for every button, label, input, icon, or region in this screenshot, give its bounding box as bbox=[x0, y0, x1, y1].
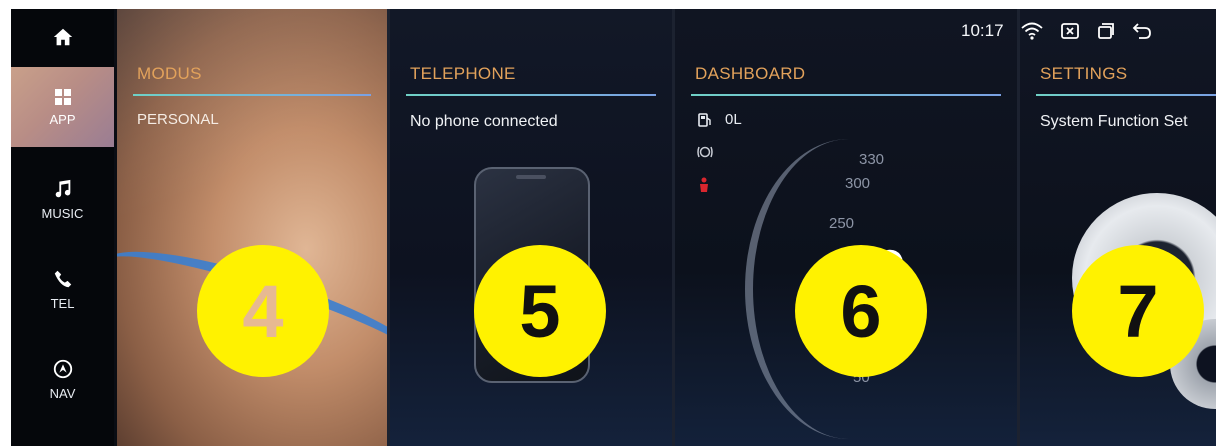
sidebar-item-label: TEL bbox=[50, 295, 75, 311]
gauge-tick-label: 300 bbox=[845, 175, 871, 192]
callout-marker: 6 bbox=[795, 245, 927, 377]
modus-panel[interactable]: MODUS PERSONAL 4 bbox=[117, 9, 387, 446]
back-icon[interactable] bbox=[1132, 21, 1152, 41]
modus-mode-label: PERSONAL bbox=[137, 111, 219, 128]
screenshot-close-icon[interactable] bbox=[1060, 21, 1080, 41]
phone-status-text: No phone connected bbox=[410, 113, 558, 130]
sidebar-item-nav[interactable]: NAV bbox=[11, 339, 114, 419]
fuel-value: 0L bbox=[725, 111, 742, 128]
navigation-icon bbox=[53, 359, 72, 378]
seatbelt-indicator bbox=[697, 177, 711, 193]
sidebar-item-label: APP bbox=[49, 111, 76, 127]
brake-warning-icon bbox=[697, 146, 713, 158]
music-note-icon bbox=[55, 179, 70, 197]
telephone-panel[interactable]: TELEPHONE No phone connected 5 bbox=[390, 9, 672, 446]
sidebar-item-label: NAV bbox=[49, 385, 76, 401]
panel-title: MODUS bbox=[137, 64, 202, 83]
dashboard-panel[interactable]: DASHBOARD 0L 330 300 250 50 0 bbox=[675, 9, 1017, 446]
gauge-tick-label: 330 bbox=[859, 151, 885, 168]
home-button[interactable] bbox=[11, 9, 114, 65]
panel-title: TELEPHONE bbox=[410, 64, 516, 83]
settings-description: System Function Set bbox=[1040, 113, 1188, 130]
sidebar-item-label: MUSIC bbox=[41, 205, 84, 221]
phone-handset-icon bbox=[54, 270, 71, 287]
gauge-tick-label: 250 bbox=[829, 215, 855, 232]
panel-title: SETTINGS bbox=[1040, 64, 1128, 83]
title-divider bbox=[133, 94, 371, 96]
callout-marker: 7 bbox=[1072, 245, 1204, 377]
callout-marker: 5 bbox=[474, 245, 606, 377]
wifi-icon bbox=[1020, 22, 1043, 40]
sidebar-item-tel[interactable]: TEL bbox=[11, 249, 114, 329]
recent-apps-icon[interactable] bbox=[1096, 21, 1116, 41]
title-divider bbox=[691, 94, 1001, 96]
clock: 10:17 bbox=[961, 21, 1004, 40]
fuel-pump-icon bbox=[698, 112, 711, 127]
callout-marker: 4 bbox=[197, 245, 329, 377]
home-icon bbox=[53, 28, 72, 46]
grid-icon bbox=[54, 88, 71, 105]
settings-panel[interactable]: SETTINGS System Function Set 7 bbox=[1020, 9, 1216, 446]
sidebar-item-app[interactable]: APP bbox=[11, 67, 114, 147]
sidebar-item-music[interactable]: MUSIC bbox=[11, 159, 114, 239]
title-divider bbox=[406, 94, 656, 96]
sidebar: APP MUSIC TEL NAV bbox=[11, 9, 114, 446]
title-divider bbox=[1036, 94, 1216, 96]
status-bar: 10:17 bbox=[961, 19, 1152, 43]
panel-title: DASHBOARD bbox=[695, 64, 806, 83]
brake-indicator bbox=[697, 145, 713, 159]
fuel-readout: 0L bbox=[697, 111, 742, 128]
head-unit-screen: APP MUSIC TEL NAV MODUS PERSONAL 4 TELEP… bbox=[11, 9, 1216, 446]
seatbelt-warning-icon bbox=[700, 177, 708, 192]
